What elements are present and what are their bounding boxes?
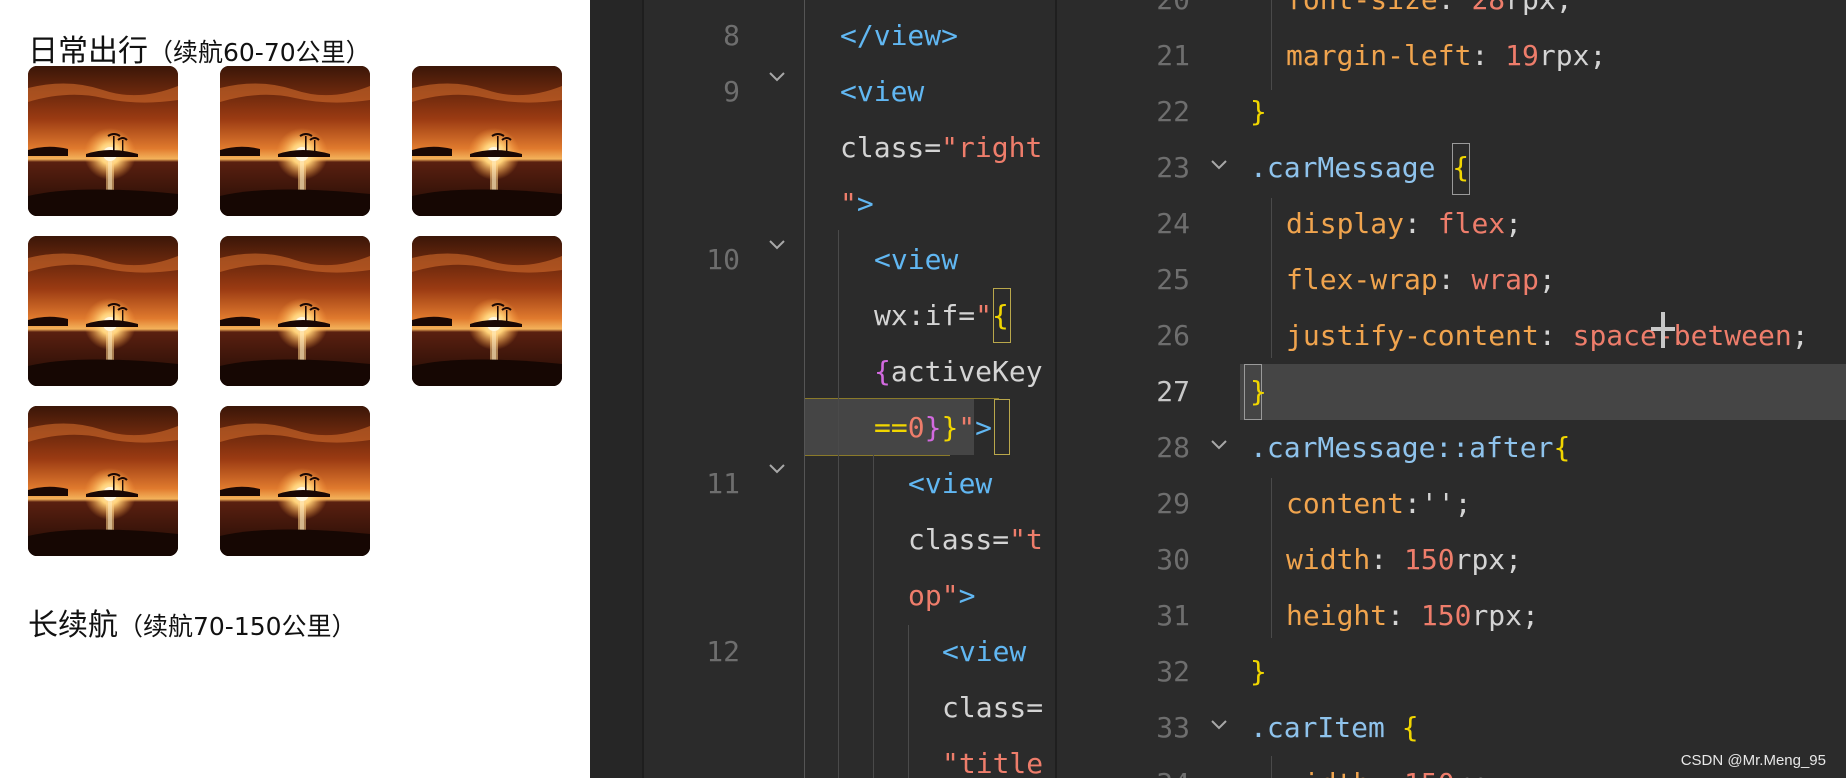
car-image[interactable] xyxy=(28,236,178,386)
line-number: 34 xyxy=(1130,756,1190,778)
section-title-main: 日常出行 xyxy=(28,34,148,69)
code-editor[interactable]: 8 </view> 9 <view class="right "> 10 <view wx:if… xyxy=(590,0,1846,778)
line-number: 29 xyxy=(1156,487,1190,520)
code-line[interactable]: } xyxy=(1250,84,1267,140)
code-line[interactable]: "> xyxy=(840,176,874,232)
code-line[interactable]: ==0}}"> xyxy=(874,400,992,456)
line-number: 12 xyxy=(706,635,740,668)
line-number: 20 xyxy=(1130,0,1190,28)
code-line[interactable]: width: 150rpx; xyxy=(1286,756,1522,778)
line-number: 9 xyxy=(723,75,740,108)
code-line[interactable]: class= xyxy=(942,680,1043,736)
section-title-sub: （续航70-150公里） xyxy=(118,612,357,641)
line-number: 25 xyxy=(1156,263,1190,296)
section-title-sub: （续航60-70公里） xyxy=(148,38,371,67)
fold-chevron-icon[interactable] xyxy=(766,458,788,480)
bracket-match-box xyxy=(994,399,1010,455)
code-line[interactable]: <view xyxy=(942,624,1026,680)
indent-guide xyxy=(1271,756,1272,778)
section-title-main: 长续航 xyxy=(28,608,118,643)
watermark: CSDN @Mr.Meng_95 xyxy=(1680,752,1826,769)
code-line[interactable]: width: 150rpx; xyxy=(1286,532,1522,588)
line-number: 28 xyxy=(1156,431,1190,464)
line-number: 21 xyxy=(1156,39,1190,72)
line-number: 27 xyxy=(1156,375,1190,408)
indent-guide xyxy=(1271,198,1272,358)
code-line[interactable]: <view xyxy=(840,64,924,120)
text-cursor-icon xyxy=(1651,312,1675,348)
line-number: 24 xyxy=(1156,207,1190,240)
line-number: 10 xyxy=(706,243,740,276)
indent-guide xyxy=(838,230,839,778)
current-line-highlight xyxy=(1240,364,1846,420)
code-line[interactable]: height: 150rpx; xyxy=(1286,588,1539,644)
indent-guide xyxy=(1271,0,1272,90)
code-line[interactable]: <view xyxy=(908,456,992,512)
line-number: 26 xyxy=(1156,319,1190,352)
activity-bar xyxy=(590,0,644,778)
code-line[interactable]: class="t xyxy=(908,512,1043,568)
simulator-preview: 日常出行（续航60-70公里） 长续航（续航70-150公里） xyxy=(0,0,590,778)
car-image[interactable] xyxy=(220,406,370,556)
code-line[interactable]: .carMessage::after{ xyxy=(1250,420,1570,476)
car-image[interactable] xyxy=(220,236,370,386)
code-line[interactable]: } xyxy=(1250,364,1267,420)
line-number: 32 xyxy=(1156,655,1190,688)
car-image[interactable] xyxy=(28,66,178,216)
code-line[interactable]: display: flex; xyxy=(1286,196,1522,252)
line-number: 30 xyxy=(1156,543,1190,576)
code-line[interactable]: .carItem { xyxy=(1250,700,1419,756)
line-number: 22 xyxy=(1156,95,1190,128)
line-number: 8 xyxy=(723,19,740,52)
line-number: 33 xyxy=(1156,711,1190,744)
line-number: 23 xyxy=(1156,151,1190,184)
code-line[interactable]: justify-content: space-between; xyxy=(1286,308,1809,364)
car-image[interactable] xyxy=(412,66,562,216)
line-number: 31 xyxy=(1156,599,1190,632)
indent-guide xyxy=(908,625,909,778)
fold-chevron-icon[interactable] xyxy=(1208,154,1230,176)
code-line[interactable]: flex-wrap: wrap; xyxy=(1286,252,1556,308)
code-line[interactable]: .carMessage { xyxy=(1250,140,1469,196)
code-line[interactable]: wx:if="{ xyxy=(874,288,1009,344)
code-line[interactable]: font-size: 28rpx; xyxy=(1286,0,1573,28)
code-line[interactable]: </view> xyxy=(840,8,958,64)
fold-chevron-icon[interactable] xyxy=(1208,434,1230,456)
code-line[interactable]: margin-left: 19rpx; xyxy=(1286,28,1606,84)
code-line[interactable]: <view xyxy=(874,232,958,288)
section-title-long-range: 长续航（续航70-150公里） xyxy=(28,600,357,644)
fold-chevron-icon[interactable] xyxy=(766,234,788,256)
code-line[interactable]: "title xyxy=(942,736,1043,778)
line-number: 11 xyxy=(706,467,740,500)
indent-guide xyxy=(1271,478,1272,638)
fold-chevron-icon[interactable] xyxy=(766,66,788,88)
pane-splitter[interactable] xyxy=(1055,0,1057,778)
section-title-daily: 日常出行（续航60-70公里） xyxy=(28,26,371,70)
car-image[interactable] xyxy=(28,406,178,556)
code-line[interactable]: {activeKey xyxy=(874,344,1043,400)
indent-guide xyxy=(873,455,874,778)
fold-chevron-icon[interactable] xyxy=(1208,714,1230,736)
code-line[interactable]: class="right xyxy=(840,120,1042,176)
car-image[interactable] xyxy=(220,66,370,216)
code-line[interactable]: op"> xyxy=(908,568,975,624)
indent-guide xyxy=(804,0,805,778)
code-line[interactable]: content:''; xyxy=(1286,476,1471,532)
car-image[interactable] xyxy=(412,236,562,386)
code-line[interactable]: } xyxy=(1250,644,1267,700)
